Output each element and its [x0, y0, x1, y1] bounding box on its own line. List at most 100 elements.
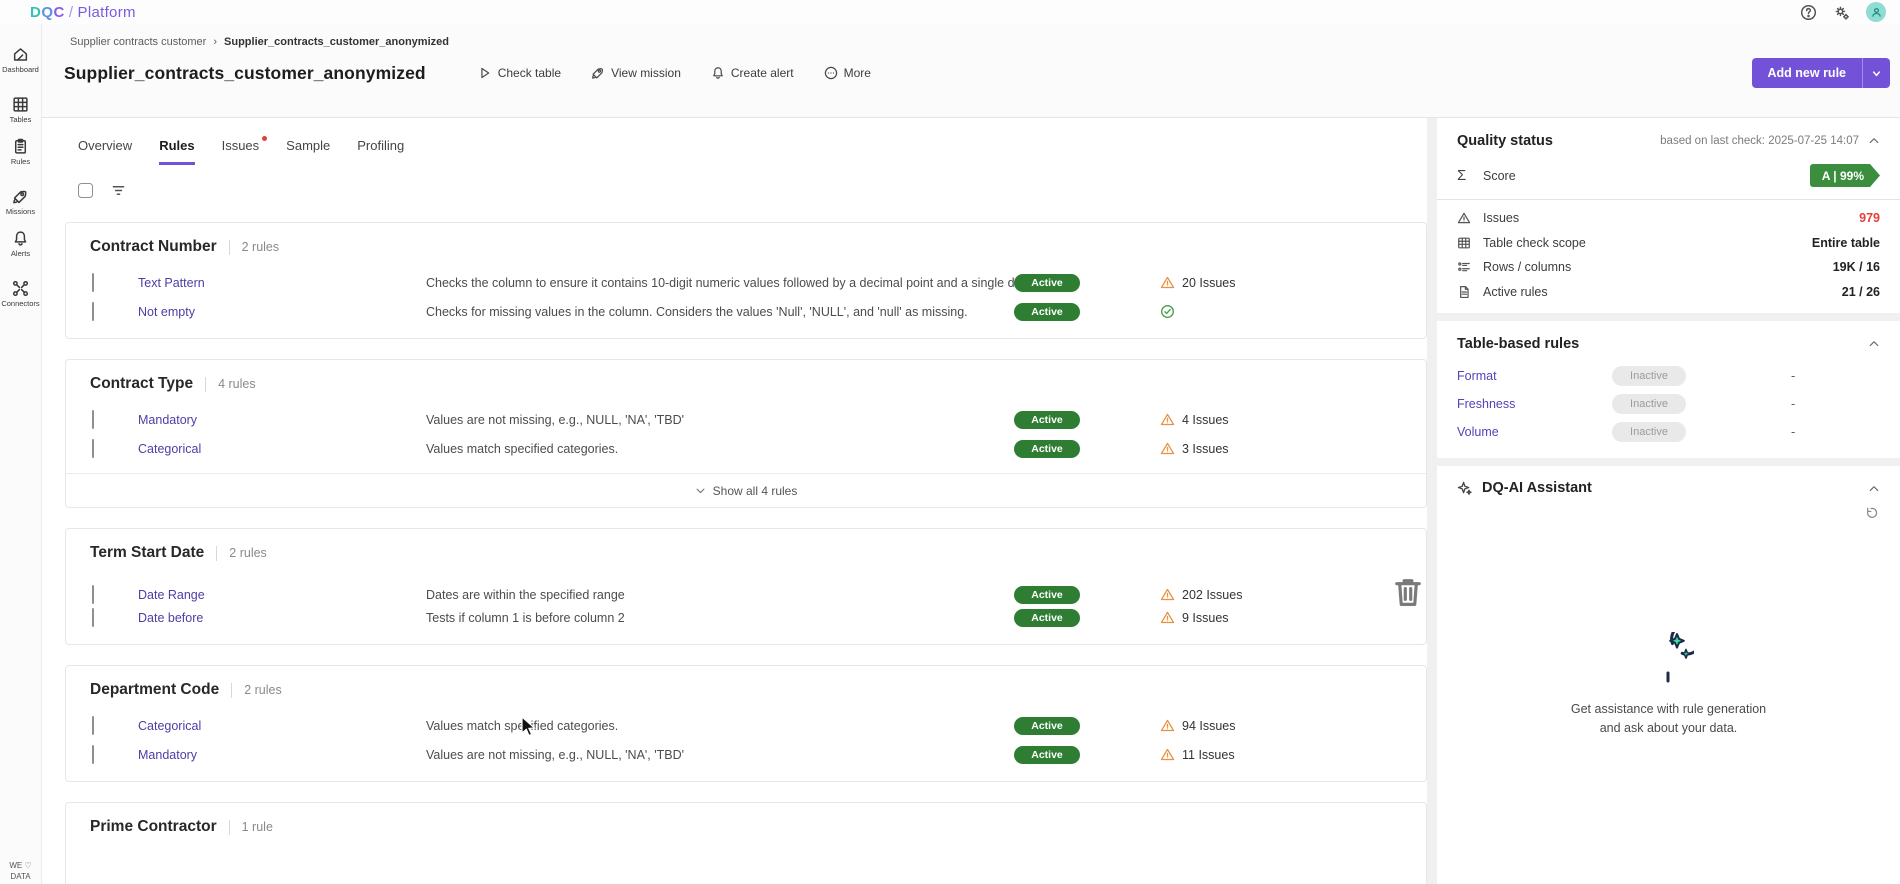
table-rule-value: - [1791, 397, 1796, 411]
rule-name-link[interactable]: Text Pattern [138, 276, 426, 290]
breadcrumb-dataset[interactable]: Supplier contracts customer [70, 36, 206, 48]
rule-row: Not empty Checks for missing values in t… [66, 297, 1426, 326]
sidebar-item-connectors[interactable]: Connectors [1, 280, 40, 308]
table-rule-link[interactable]: Volume [1457, 425, 1612, 439]
issues-cell[interactable] [1160, 304, 1390, 319]
reset-chat-icon[interactable] [1864, 506, 1878, 520]
issues-cell[interactable]: 202 Issues [1160, 587, 1390, 602]
rule-checkbox[interactable] [92, 715, 94, 735]
tab-sample[interactable]: Sample [286, 138, 330, 165]
more-button[interactable]: More [824, 66, 871, 80]
rule-checkbox[interactable] [92, 744, 94, 764]
sidebar-item-alerts[interactable]: Alerts [1, 230, 39, 258]
rule-checkbox[interactable] [92, 607, 94, 627]
top-bar: DQC / Platform [0, 0, 1900, 24]
rule-row: Text Pattern Checks the column to ensure… [66, 268, 1426, 297]
sidebar-item-missions[interactable]: Missions [1, 188, 39, 216]
check-table-button[interactable]: Check table [478, 66, 561, 80]
rule-group-department-code: Department Code 2 rules Categorical Valu… [65, 665, 1427, 782]
rule-row: Date before Tests if column 1 is before … [66, 603, 1426, 632]
view-mission-button[interactable]: View mission [591, 66, 681, 80]
quality-row-active-rules: Active rules 21 / 26 [1437, 280, 1900, 305]
rule-name-link[interactable]: Date Range [138, 588, 426, 602]
tab-rules[interactable]: Rules [159, 138, 195, 165]
rule-checkbox[interactable] [92, 301, 94, 321]
tab-profiling[interactable]: Profiling [357, 138, 404, 165]
issues-cell[interactable]: 11 Issues [1160, 747, 1390, 762]
add-rule-dropdown-button[interactable] [1862, 58, 1890, 88]
issues-cell[interactable]: 4 Issues [1160, 412, 1390, 427]
rule-checkbox[interactable] [92, 272, 94, 292]
inactive-badge: Inactive [1612, 422, 1686, 442]
rule-name-link[interactable]: Date before [138, 611, 426, 625]
tab-issues[interactable]: Issues [222, 136, 268, 165]
connectors-icon [12, 280, 29, 297]
create-alert-button[interactable]: Create alert [711, 66, 794, 80]
rule-description: Values match specified categories. [426, 718, 619, 733]
tab-overview[interactable]: Overview [78, 138, 132, 165]
settings-icon[interactable] [1833, 4, 1850, 21]
group-rule-count: 4 rules [218, 377, 256, 391]
action-label: More [843, 66, 871, 80]
sidebar-item-label: Dashboard [2, 65, 39, 74]
rule-name-link[interactable]: Categorical [138, 719, 426, 733]
rule-name-link[interactable]: Mandatory [138, 748, 426, 762]
issues-cell[interactable]: 20 Issues [1160, 275, 1390, 290]
sidebar-item-rules[interactable]: Rules [1, 138, 39, 166]
rule-name-link[interactable]: Mandatory [138, 413, 426, 427]
sigma-icon: Σ [1457, 167, 1467, 184]
quality-row-label: Issues [1483, 211, 1520, 226]
collapse-quality-status-icon[interactable] [1868, 135, 1880, 147]
group-name: Term Start Date [90, 544, 205, 561]
rule-checkbox[interactable] [92, 438, 94, 458]
quality-row-value: Entire table [1811, 235, 1880, 250]
sidebar-item-dashboard[interactable]: Dashboard [1, 46, 39, 74]
sidebar-footer-line1: WE ♡ [9, 861, 32, 871]
avatar[interactable] [1866, 2, 1886, 22]
show-all-rules-button[interactable]: Show all 4 rules [66, 473, 1426, 507]
table-based-rules-card: Table-based rules Format Inactive - Fres… [1437, 321, 1900, 458]
rule-checkbox[interactable] [92, 409, 94, 429]
collapse-table-rules-icon[interactable] [1868, 338, 1880, 350]
right-rail: Quality status based on last check: 2025… [1437, 118, 1900, 884]
breadcrumb-table[interactable]: Supplier_contracts_customer_anonymized [224, 36, 449, 48]
rule-description: Checks for missing values in the column.… [426, 304, 968, 319]
rule-group-contract-number: Contract Number 2 rules Text Pattern Che… [65, 222, 1427, 339]
rule-checkbox[interactable] [92, 584, 94, 604]
breadcrumb: Supplier contracts customer › Supplier_c… [42, 24, 1900, 48]
score-row: Σ Score A | 99% [1457, 164, 1880, 187]
issues-cell[interactable]: 94 Issues [1160, 718, 1390, 733]
add-new-rule-button[interactable]: Add new rule [1751, 58, 1890, 88]
sidebar-item-label: Rules [10, 157, 31, 166]
sidebar-footer: WE ♡ DATA [0, 861, 41, 882]
table-rule-link[interactable]: Format [1457, 369, 1612, 383]
delete-rule-icon[interactable] [1390, 579, 1426, 614]
issues-cell[interactable]: 3 Issues [1160, 441, 1390, 456]
ai-empty-line1: Get assistance with rule generation [1570, 702, 1767, 716]
collapse-ai-assistant-icon[interactable] [1868, 482, 1880, 494]
issues-cell[interactable]: 9 Issues [1160, 610, 1390, 625]
help-icon[interactable] [1800, 4, 1817, 21]
group-rule-count: 2 rules [244, 683, 282, 697]
status-badge: Active [1014, 410, 1080, 429]
quality-row-value: 19K / 16 [1832, 260, 1880, 275]
logo-letter-q: Q [41, 3, 54, 21]
logo-letter-d: D [30, 3, 42, 21]
rule-name-link[interactable]: Not empty [138, 305, 426, 319]
filter-icon[interactable] [111, 183, 126, 198]
inactive-badge: Inactive [1612, 394, 1686, 414]
warning-icon [1160, 747, 1175, 762]
rule-name-link[interactable]: Categorical [138, 442, 426, 456]
rule-row: Categorical Values match specified categ… [66, 434, 1426, 463]
alerts-icon [12, 230, 29, 247]
rules-icon [12, 138, 29, 155]
table-rule-link[interactable]: Freshness [1457, 397, 1612, 411]
select-all-checkbox[interactable] [78, 183, 93, 198]
rule-row: Mandatory Values are not missing, e.g., … [66, 740, 1426, 769]
rule-description: Values match specified categories. [426, 441, 619, 456]
sidebar-item-tables[interactable]: Tables [1, 96, 39, 124]
rule-description: Dates are within the specified range [426, 587, 625, 602]
sparkle-icon [1457, 481, 1472, 496]
sidebar-item-label: Tables [9, 115, 32, 124]
rocket-icon [591, 66, 605, 80]
